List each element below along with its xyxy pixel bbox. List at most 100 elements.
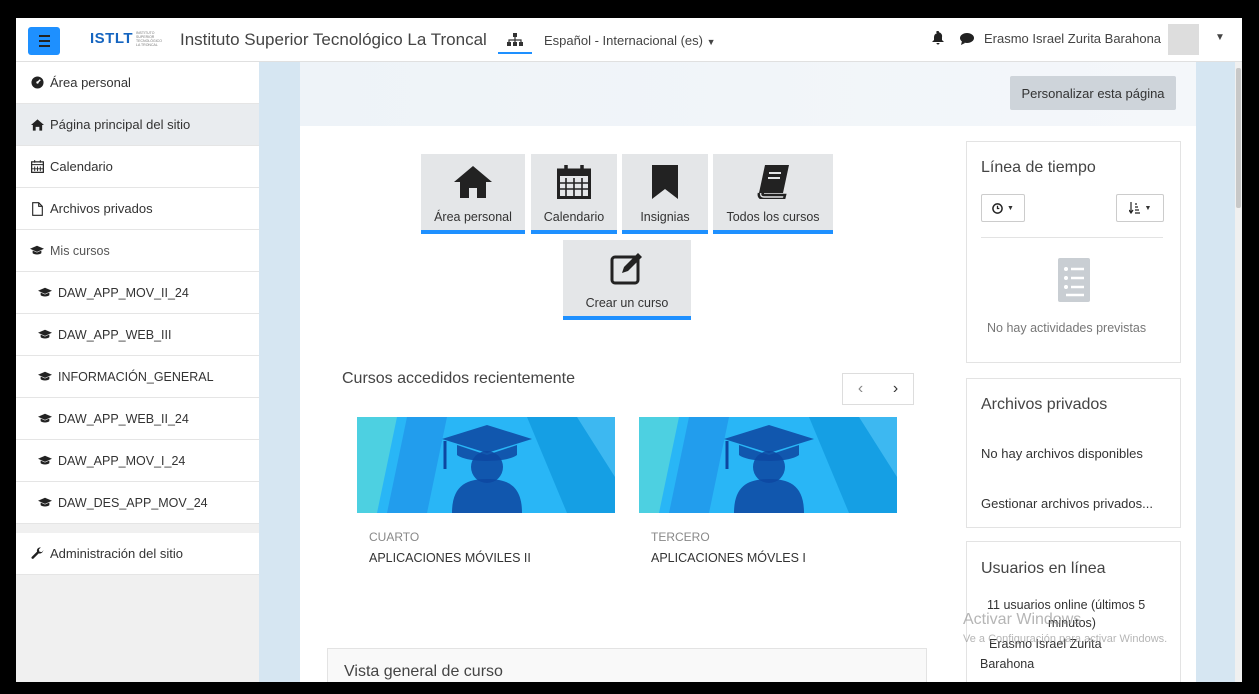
sidebar-course-label: DAW_APP_WEB_III [58,327,172,342]
dashboard-icon [30,76,44,90]
sidebar-course-item[interactable]: INFORMACIÓN_GENERAL [16,356,259,398]
recent-courses-title: Cursos accedidos recientemente [342,370,576,387]
graduate-banner-image [639,417,897,513]
empty-list-icon [1056,256,1092,309]
hamburger-icon [38,35,50,37]
sidebar-course-label: DAW_APP_MOV_II_24 [58,285,189,300]
graduation-cap-icon [38,454,52,468]
sidebar-item-mis-cursos[interactable]: Mis cursos [16,230,259,272]
private-files-title: Archivos privados [981,396,1108,413]
caret-down-icon: ▼ [706,37,716,47]
tile-todos-los-cursos[interactable]: Todos los cursos [713,154,833,234]
language-label: Español - Internacional (es) [544,33,703,48]
sort-icon [1128,202,1140,214]
online-users-summary: 11 usuarios online (últimos 5 [987,598,1146,612]
sitemap-button[interactable] [498,28,532,54]
course-overview-block: Vista general de curso [327,648,927,682]
user-name[interactable]: Erasmo Israel Zurita Barahona [984,31,1161,46]
carousel-prev-button[interactable]: ‹ [843,374,878,404]
sidebar-course-item[interactable]: DAW_APP_WEB_III [16,314,259,356]
course-category: TERCERO [651,530,710,544]
graduation-cap-icon [38,370,52,384]
clock-icon [992,202,1003,214]
sidebar-item-area-personal[interactable]: Área personal [16,62,259,104]
sidebar-course-label: DAW_APP_MOV_I_24 [58,453,186,468]
bookmark-icon [652,162,678,202]
timeline-sort-button[interactable]: ▼ [1116,194,1164,222]
sidebar-item-label: Calendario [50,159,113,174]
graduation-cap-icon [38,412,52,426]
private-files-empty-message: No hay archivos disponibles [981,446,1143,461]
user-avatar[interactable] [1168,24,1199,55]
timeline-divider [981,237,1163,238]
caret-down-icon: ▼ [1144,204,1152,212]
wrench-icon [30,547,44,561]
online-users-title: Usuarios en línea [981,560,1106,577]
sidebar-item-home[interactable]: Página principal del sitio [16,104,259,146]
sidebar-item-label: Archivos privados [50,201,153,216]
chat-icon [960,33,974,45]
windows-activation-watermark: Activar Windows [963,611,1082,628]
tile-area-personal[interactable]: Área personal [421,154,525,234]
site-name-link[interactable]: Instituto Superior Tecnológico La Tronca… [180,30,487,50]
graduation-cap-icon [30,244,44,258]
screenshot-frame: ISTLT INSTITUTO SUPERIOR TECNOLÓGICO LA … [0,0,1259,694]
manage-private-files-link[interactable]: Gestionar archivos privados... [981,496,1153,511]
sidebar-item-site-admin[interactable]: Administración del sitio [16,533,259,575]
sidebar-item-label: Mis cursos [50,243,110,258]
home-icon [30,118,44,132]
caret-down-icon: ▼ [1007,204,1014,212]
tile-label: Área personal [434,210,512,224]
scrollbar-thumb[interactable] [1236,68,1241,208]
carousel-next-button[interactable]: › [878,374,913,404]
course-category: CUARTO [369,530,420,544]
messages-button[interactable] [960,32,974,50]
top-navbar: ISTLT INSTITUTO SUPERIOR TECNOLÓGICO LA … [16,18,1242,62]
browser-viewport: ISTLT INSTITUTO SUPERIOR TECNOLÓGICO LA … [16,18,1242,682]
notifications-button[interactable] [932,30,944,50]
online-user-name[interactable]: Barahona [980,657,1034,671]
timeline-filter-button[interactable]: ▼ [981,194,1025,222]
sidebar-item-label: Página principal del sitio [50,117,191,132]
sidebar-item-label: Administración del sitio [50,546,183,561]
sitemap-icon [507,33,523,46]
course-overview-title: Vista general de curso [344,663,503,680]
sidebar-course-item[interactable]: DAW_APP_WEB_II_24 [16,398,259,440]
course-name-link[interactable]: APLICACIONES MÓVILES II [369,551,531,565]
course-card-image[interactable] [357,417,615,513]
nav-drawer: Área personal Página principal del sitio… [16,62,259,682]
site-logo[interactable]: ISTLT INSTITUTO SUPERIOR TECNOLÓGICO LA … [90,30,164,47]
timeline-empty-message: No hay actividades previstas [987,321,1147,335]
sidebar-separator [16,524,259,533]
sidebar-course-item[interactable]: DAW_APP_MOV_I_24 [16,440,259,482]
tile-crear-un-curso[interactable]: Crear un curso [563,240,691,320]
sidebar-item-private-files[interactable]: Archivos privados [16,188,259,230]
recent-courses-pager: ‹ › [842,373,914,405]
sidebar-course-label: INFORMACIÓN_GENERAL [58,369,214,384]
sidebar-item-calendar[interactable]: Calendario [16,146,259,188]
sidebar-course-label: DAW_DES_APP_MOV_24 [58,495,208,510]
course-name-link[interactable]: APLICACIONES MÓVLES I [651,551,806,565]
language-menu[interactable]: Español - Internacional (es) ▼ [544,33,716,48]
tile-label: Todos los cursos [726,210,820,224]
course-card-image[interactable] [639,417,897,513]
sidebar-course-item[interactable]: DAW_DES_APP_MOV_24 [16,482,259,524]
tile-label: Calendario [543,210,605,224]
graduation-cap-icon [38,496,52,510]
sidebar-item-label: Área personal [50,75,131,90]
logo-subtext: INSTITUTO SUPERIOR TECNOLÓGICO LA TRONCA… [136,30,162,47]
sidebar-course-item[interactable]: DAW_APP_MOV_II_24 [16,272,259,314]
tile-label: Insignias [640,210,690,224]
calendar-icon [557,162,591,202]
hamburger-icon [38,40,50,42]
logo-text: ISTLT [90,30,134,47]
user-menu-caret-icon[interactable]: ▼ [1215,32,1225,43]
tile-calendar[interactable]: Calendario [531,154,617,234]
menu-toggle-button[interactable] [28,27,60,55]
calendar-icon [30,160,44,174]
tile-insignias[interactable]: Insignias [622,154,708,234]
graduation-cap-icon [38,286,52,300]
sidebar-course-label: DAW_APP_WEB_II_24 [58,411,189,426]
hamburger-icon [38,45,50,47]
customize-page-button[interactable]: Personalizar esta página [1010,76,1176,110]
